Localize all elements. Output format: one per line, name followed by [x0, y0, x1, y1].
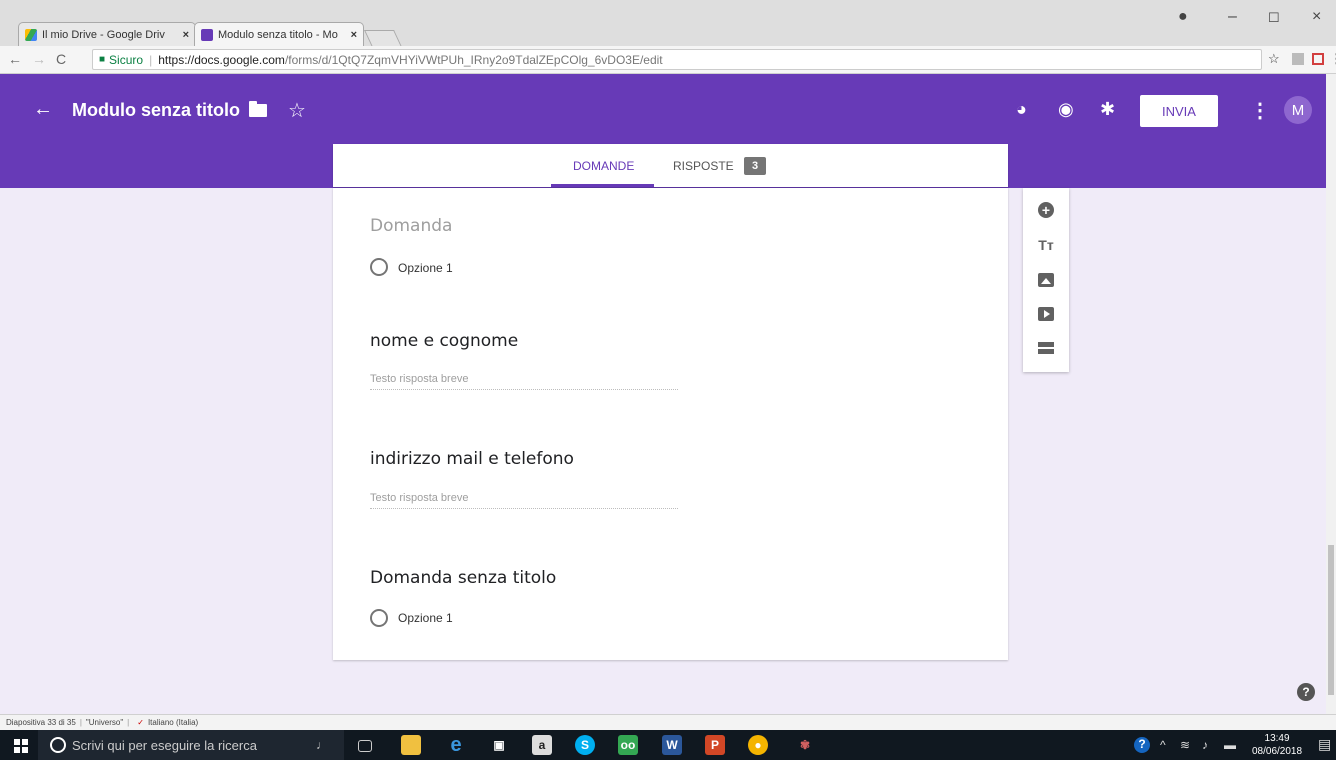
windows-start-icon[interactable] [14, 739, 28, 753]
url-input[interactable]: ■ Sicuro | https://docs.google.com/forms… [92, 49, 1262, 70]
back-arrow-icon[interactable]: ← [8, 51, 22, 67]
tab-responses[interactable]: RISPOSTE [673, 159, 734, 173]
chrome-icon[interactable]: ● [748, 735, 768, 755]
option-label[interactable]: Opzione 1 [398, 611, 453, 625]
question-toolbar: + Tт [1023, 188, 1069, 372]
avatar[interactable]: M [1284, 96, 1312, 124]
add-image-button[interactable] [1036, 270, 1056, 290]
tab-questions[interactable]: DOMANDE [573, 159, 634, 173]
browser-tab-strip: Il mio Drive - Google Driv × Modulo senz… [0, 0, 1336, 47]
tray-chevron-icon[interactable]: ^ [1160, 738, 1166, 752]
help-icon[interactable]: ? [1297, 683, 1315, 701]
wifi-icon[interactable]: ≋ [1180, 738, 1190, 752]
system-clock[interactable]: 13:49 08/06/2018 [1252, 732, 1302, 758]
radio-option[interactable] [370, 609, 388, 627]
spellcheck-icon[interactable]: ✓ [137, 718, 144, 727]
tripadvisor-icon[interactable]: oo [618, 735, 638, 755]
address-bar-row: ← → C ■ Sicuro | https://docs.google.com… [0, 46, 1336, 74]
question-title[interactable]: nome e cognome [370, 331, 518, 351]
windows-taskbar: Scrivi qui per eseguire la ricerca ♩ e ▣… [0, 730, 1336, 760]
powerpoint-icon[interactable]: P [705, 735, 725, 755]
store-icon[interactable]: ▣ [489, 735, 509, 755]
pocket-icon[interactable] [1312, 53, 1324, 65]
video-icon [1038, 307, 1054, 321]
add-title-button[interactable]: Tт [1036, 235, 1056, 255]
tab-google-drive[interactable]: Il mio Drive - Google Driv × [18, 22, 196, 46]
add-circle-icon: + [1038, 202, 1054, 218]
send-button[interactable]: INVIA [1140, 95, 1218, 127]
form-tabs: DOMANDE RISPOSTE 3 [333, 144, 1008, 187]
clock-date: 08/06/2018 [1252, 746, 1303, 757]
window-close-icon[interactable]: × [1312, 8, 1321, 26]
app-status-bar: Diapositiva 33 di 35 | "Universo" | ✓ It… [0, 714, 1336, 730]
secure-label: Sicuro [109, 52, 144, 67]
close-icon[interactable]: × [183, 29, 189, 41]
edge-icon[interactable]: e [446, 734, 466, 756]
reload-icon[interactable]: C [56, 51, 66, 67]
language-label[interactable]: Italiano (Italia) [148, 718, 198, 727]
tab-label: Il mio Drive - Google Driv [42, 28, 165, 41]
volume-icon[interactable]: ♪ [1202, 738, 1208, 752]
forms-icon [201, 28, 213, 41]
slide-counter: Diapositiva 33 di 35 [6, 718, 76, 727]
settings-gear-icon[interactable]: ✱ [1100, 99, 1115, 120]
title-text-icon: Tт [1038, 237, 1054, 253]
battery-icon[interactable]: ▬ [1224, 738, 1236, 752]
word-icon[interactable]: W [662, 735, 682, 755]
option-label[interactable]: Opzione 1 [398, 261, 453, 275]
clock-time: 13:49 [1264, 733, 1290, 744]
url-path: /forms/d/1QtQ7ZqmVHYiVWtPUh_IRny2o9TdalZ… [284, 52, 663, 67]
profile-icon[interactable]: ● [1178, 8, 1188, 26]
active-tab-indicator [551, 184, 654, 187]
microphone-icon[interactable]: ♩ [312, 735, 332, 755]
star-icon[interactable]: ☆ [288, 98, 306, 123]
lock-icon: ■ [99, 54, 106, 65]
image-icon [1038, 273, 1054, 287]
bookmark-star-icon[interactable]: ☆ [1268, 51, 1280, 67]
search-placeholder: Scrivi qui per eseguire la ricerca [72, 737, 257, 753]
add-section-button[interactable] [1036, 338, 1056, 358]
radio-option[interactable] [370, 258, 388, 276]
question-title[interactable]: indirizzo mail e telefono [370, 449, 574, 469]
tab-forms[interactable]: Modulo senza titolo - Mo × [194, 22, 364, 46]
short-answer-field[interactable]: Testo risposta breve [370, 373, 678, 390]
separator: | [149, 52, 153, 67]
palette-icon[interactable]: ◕ [1016, 99, 1027, 120]
back-arrow-icon[interactable]: ← [33, 98, 53, 121]
add-question-button[interactable]: + [1036, 200, 1056, 220]
form-card: Domanda Opzione 1 nome e cognome Testo r… [333, 188, 1008, 660]
skype-icon[interactable]: S [575, 735, 595, 755]
help-tray-icon[interactable]: ? [1134, 737, 1150, 753]
amazon-icon[interactable]: a [532, 735, 552, 755]
forward-arrow-icon[interactable]: → [32, 51, 46, 67]
question-title[interactable]: Domanda [370, 216, 452, 236]
short-answer-field[interactable]: Testo risposta breve [370, 492, 678, 509]
add-video-button[interactable] [1036, 304, 1056, 324]
scrollbar-thumb[interactable] [1328, 545, 1334, 695]
new-tab-button[interactable] [364, 30, 402, 47]
preview-eye-icon[interactable]: ◉ [1058, 99, 1074, 120]
tab-label: Modulo senza titolo - Mo [218, 28, 338, 41]
drive-icon [25, 28, 37, 41]
taskbar-search-input[interactable]: Scrivi qui per eseguire la ricerca [38, 730, 344, 760]
maximize-icon[interactable]: ☐ [1268, 10, 1280, 26]
browser-menu-icon[interactable]: ⋮ [1330, 51, 1336, 67]
app-icon[interactable]: ✾ [795, 735, 815, 755]
theme-name: "Universo" [85, 718, 124, 727]
notifications-icon[interactable]: ▤ [1318, 736, 1331, 753]
more-options-icon[interactable]: ⋮ [1250, 98, 1270, 123]
question-title[interactable]: Domanda senza titolo [370, 568, 556, 588]
close-icon[interactable]: × [351, 29, 357, 41]
file-explorer-icon[interactable] [401, 735, 421, 755]
cortana-icon [50, 737, 66, 753]
task-view-icon[interactable] [358, 740, 372, 752]
folder-icon[interactable] [249, 101, 267, 117]
responses-count-badge: 3 [744, 157, 766, 175]
url-host: https://docs.google.com [158, 52, 285, 67]
minimize-icon[interactable]: – [1228, 8, 1237, 26]
extension-icon[interactable] [1292, 53, 1304, 65]
page-title[interactable]: Modulo senza titolo [72, 100, 240, 121]
section-icon [1038, 341, 1054, 355]
